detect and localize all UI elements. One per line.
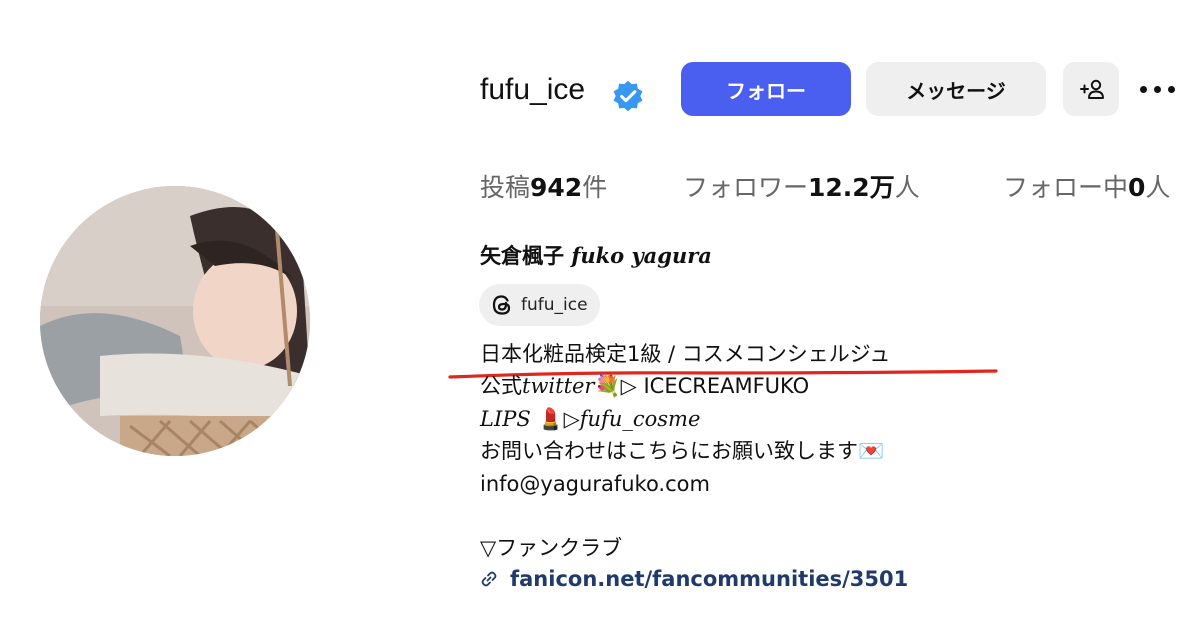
add-person-icon [1080,79,1104,99]
following-count[interactable]: フォロー中0人 [1003,168,1170,208]
threads-handle: fufu_ice [521,295,588,315]
link-icon [481,571,497,587]
threads-badge[interactable]: fufu_ice [479,284,600,326]
bio-line-5: info@yagurafuko.com [480,471,710,496]
bouquet-emoji: 💐 [594,374,621,399]
bio-line-2: 公式twitter💐▷ ICECREAMFUKO [480,374,810,399]
verified-badge-icon [613,80,643,112]
threads-icon [492,295,511,315]
follow-button[interactable]: フォロー [681,62,851,116]
username: fufu_ice [480,73,586,106]
bio-text: 日本化粧品検定1級 / コスメコンシェルジュ 公式twitter💐▷ ICECR… [480,338,890,565]
profile-avatar[interactable] [40,186,310,456]
message-button[interactable]: メッセージ [866,62,1046,116]
bio-line-3: LIPS 💄▷fufu_cosme [480,406,701,431]
love-letter-emoji: 💌 [858,439,885,464]
profile-page: fufu_ice フォロー メッセージ 投稿942件 フォロワー12.2万人 フ… [0,0,1200,630]
bio-line-1: 日本化粧品検定1級 / コスメコンシェルジュ [480,342,891,366]
followers-count[interactable]: フォロワー12.2万人 [683,168,920,208]
lipstick-emoji: 💄 [537,406,564,431]
bio-blank-line [480,500,890,532]
bio-line-4: お問い合わせはこちらにお願い致します💌 [480,439,885,464]
posts-count: 投稿942件 [480,173,608,202]
full-name: 矢倉楓子 fuko yagura [480,243,712,268]
bio-line-7: ▽ファンクラブ [480,536,623,561]
more-options-icon[interactable] [1140,76,1186,102]
external-link[interactable]: fanicon.net/fancommunities/3501 [480,564,908,594]
avatar-photo [40,186,310,456]
suggest-users-button[interactable] [1063,62,1119,116]
external-link-url: fanicon.net/fancommunities/3501 [510,567,909,591]
